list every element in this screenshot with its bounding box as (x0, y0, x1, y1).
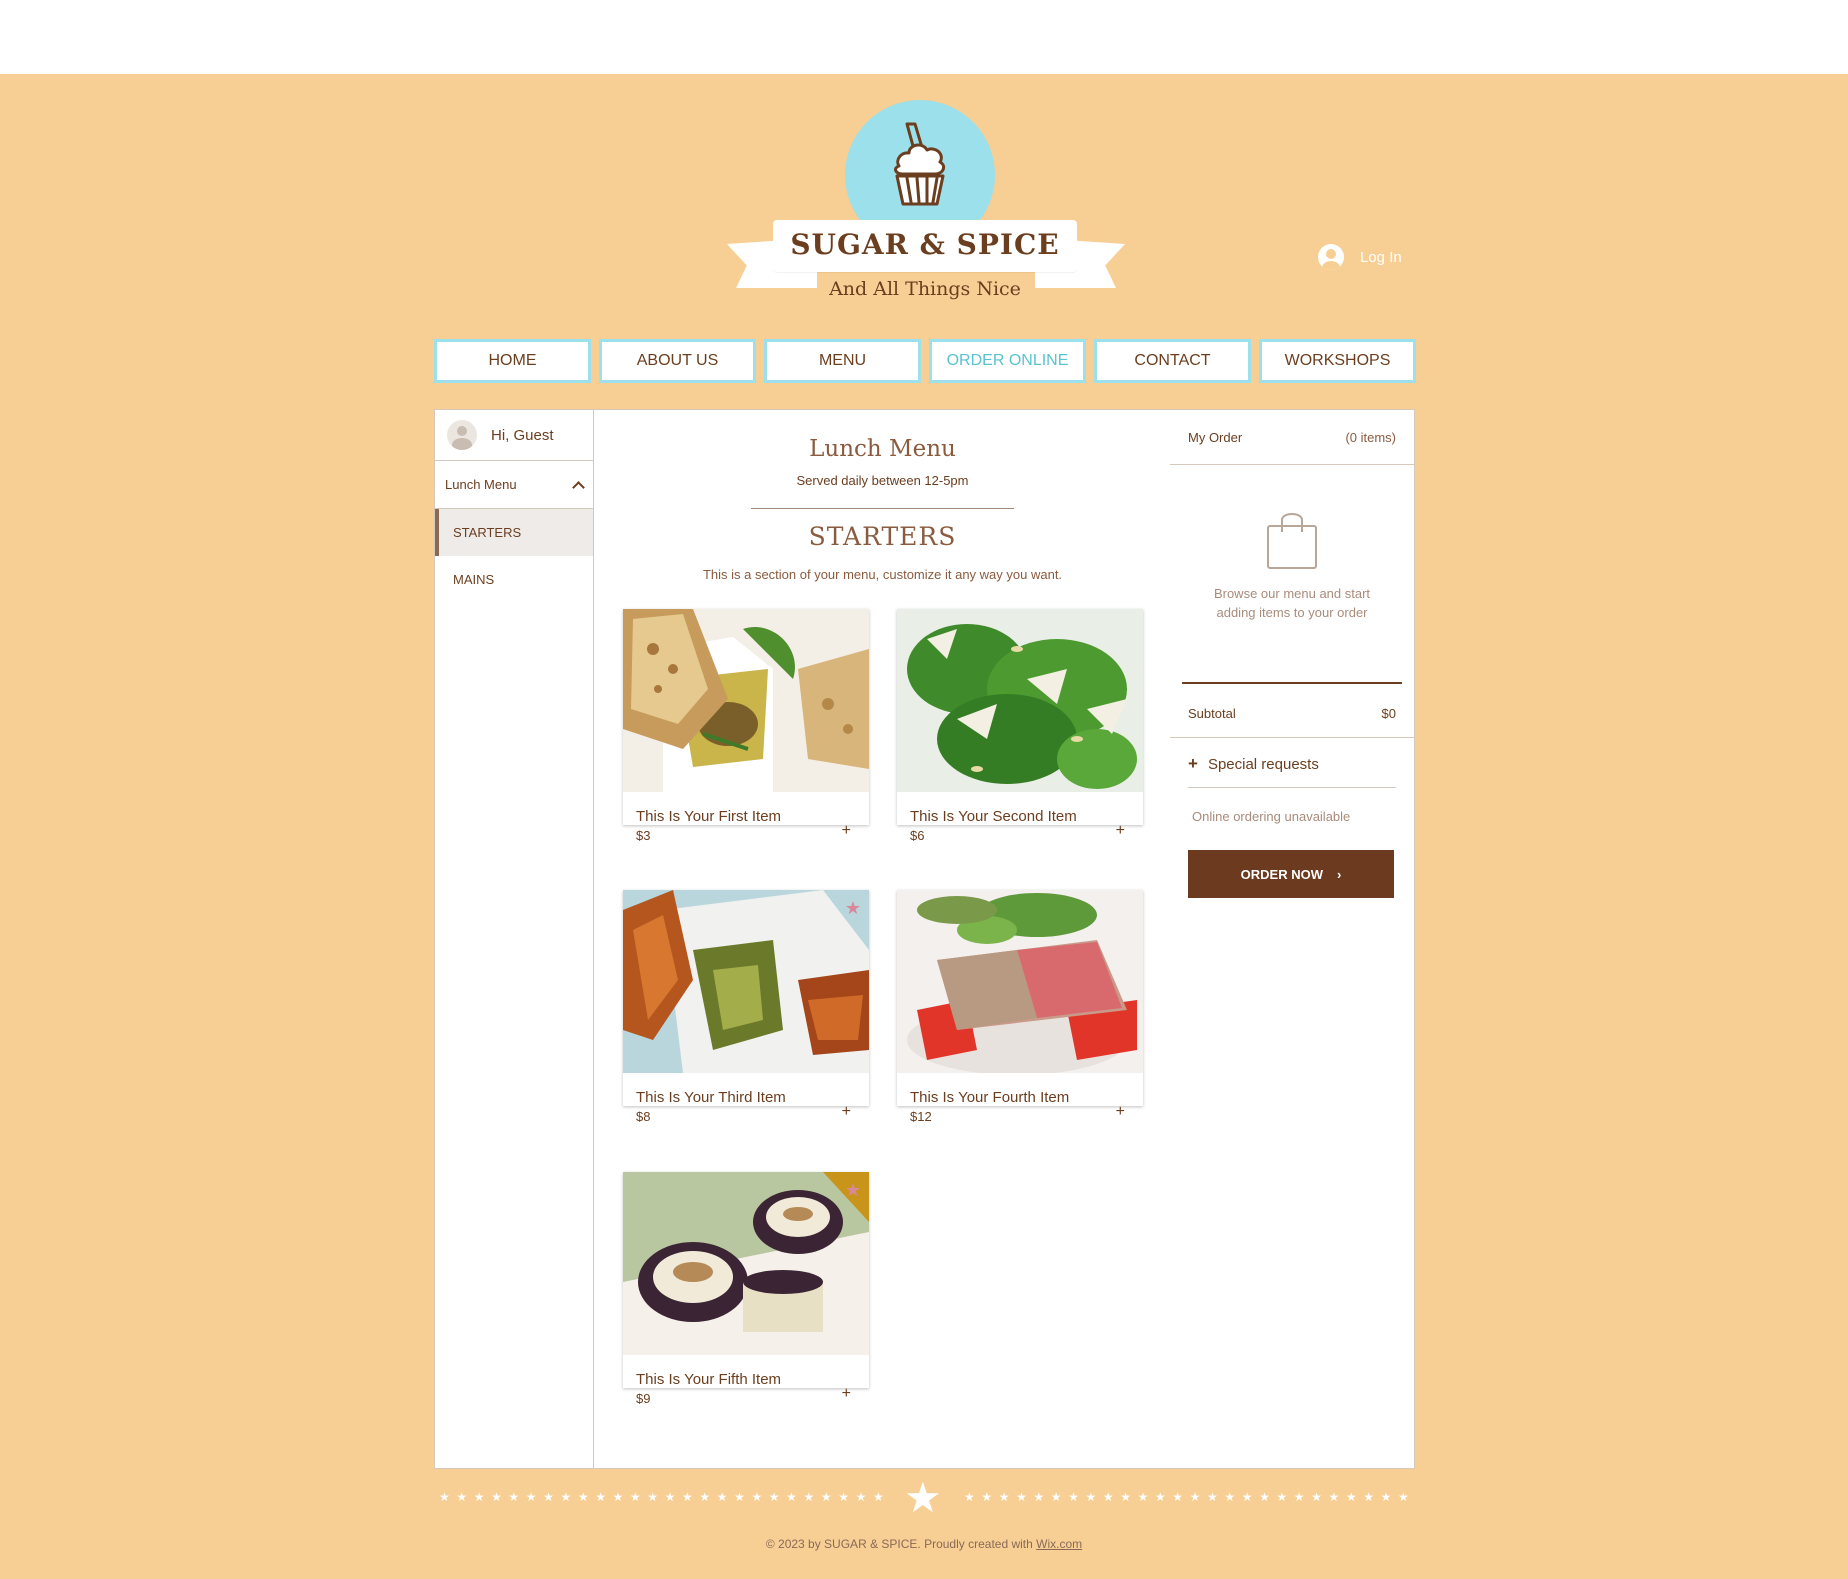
menu-content: Lunch Menu Served daily between 12-5pm S… (595, 410, 1170, 1468)
guest-greeting: Hi, Guest (491, 426, 554, 444)
user-avatar-icon (1318, 244, 1344, 270)
special-requests-label: Special requests (1207, 755, 1319, 773)
ordering-status: Online ordering unavailable (1192, 809, 1351, 824)
plus-icon: + (1188, 754, 1198, 773)
menu-item-price: $3 (636, 828, 651, 843)
nav-contact[interactable]: CONTACT (1094, 339, 1251, 383)
spinach-salad-photo (897, 609, 1143, 792)
featured-star-icon: ★ (844, 1180, 861, 1200)
special-requests-divider (1188, 787, 1396, 788)
add-item-button[interactable]: + (842, 1103, 851, 1121)
menu-description: Served daily between 12-5pm (796, 473, 969, 488)
cupcake-icon (894, 122, 946, 206)
special-requests-toggle[interactable]: + Special requests (1188, 754, 1319, 774)
chevron-right-icon: › (1337, 866, 1342, 882)
order-divider (1182, 682, 1402, 684)
subtotal-label: Subtotal (1188, 706, 1236, 721)
menu-item-card[interactable]: ★ This Is Your Fifth Item $9 + (623, 1172, 869, 1406)
menu-item-price: $8 (636, 1109, 651, 1124)
add-item-button[interactable]: + (842, 1385, 851, 1403)
menu-item-name: This Is Your Fifth Item (636, 1371, 782, 1388)
menu-item-name: This Is Your First Item (636, 808, 782, 825)
order-separator (1170, 737, 1414, 738)
login-label: Log In (1360, 248, 1402, 266)
order-panel: My Order (0 items) Browse our menu and s… (1170, 410, 1414, 1468)
order-item-count: (0 items) (1345, 429, 1396, 445)
menu-divider (751, 508, 1014, 509)
nav-about-us[interactable]: ABOUT US (599, 339, 756, 383)
featured-star-icon: ★ (844, 898, 861, 918)
menu-item-price: $9 (636, 1391, 651, 1406)
nav-workshops[interactable]: WORKSHOPS (1259, 339, 1416, 383)
main-nav: HOME ABOUT US MENU ORDER ONLINE CONTACT … (434, 339, 1416, 383)
nav-order-online[interactable]: ORDER ONLINE (929, 339, 1086, 383)
seared-tuna-photo (897, 890, 1143, 1073)
guest-avatar-icon (447, 420, 477, 450)
eggplant-rolls-photo (623, 1172, 869, 1355)
menu-selector[interactable]: Lunch Menu (435, 461, 593, 509)
menu-item-card[interactable]: This Is Your First Item $3 + (623, 609, 869, 843)
nav-menu[interactable]: MENU (764, 339, 921, 383)
order-now-label: ORDER NOW (1240, 866, 1323, 882)
brand-title: SUGAR & SPICE (790, 228, 1060, 261)
bread-oil-photo (623, 609, 869, 792)
guest-account[interactable]: Hi, Guest (435, 410, 593, 461)
star-row-right: ★★★★★★★★★★★★★★★★★★★★★★★★★★ (964, 1490, 1415, 1504)
section-link-mains[interactable]: MAINS (435, 556, 593, 603)
copyright-text: © 2023 by SUGAR & SPICE. Proudly created… (765, 1537, 1037, 1551)
section-title: STARTERS (808, 522, 957, 551)
menu-sidebar: Hi, Guest Lunch Menu STARTERS MAINS (435, 410, 594, 1468)
menu-item-name: This Is Your Second Item (910, 808, 1077, 825)
site-logo[interactable]: SUGAR & SPICE And All Things Nice (725, 98, 1125, 308)
nav-home[interactable]: HOME (434, 339, 591, 383)
menu-item-price: $6 (910, 828, 925, 843)
order-now-button[interactable]: ORDER NOW › (1188, 850, 1394, 898)
subtotal-row: Subtotal $0 (1188, 706, 1396, 721)
order-header: My Order (0 items) (1170, 410, 1414, 465)
add-item-button[interactable]: + (1116, 1103, 1125, 1121)
login-button[interactable]: Log In (1318, 244, 1402, 270)
shopping-bag-icon (1267, 513, 1317, 569)
order-title: My Order (1188, 429, 1243, 445)
chevron-up-icon (572, 480, 585, 494)
footer-copyright: © 2023 by SUGAR & SPICE. Proudly created… (0, 1537, 1848, 1551)
big-star-icon: ★ (904, 1474, 942, 1521)
grilled-vegetables-photo (623, 890, 869, 1073)
menu-selector-label: Lunch Menu (445, 477, 517, 492)
top-bar (0, 0, 1848, 74)
add-item-button[interactable]: + (842, 822, 851, 840)
section-link-starters[interactable]: STARTERS (435, 509, 593, 556)
star-row-left: ★★★★★★★★★★★★★★★★★★★★★★★★★★★ (439, 1490, 889, 1504)
order-empty-message: Browse our menu and start adding items t… (1213, 586, 1371, 620)
menu-item-price: $12 (910, 1109, 932, 1124)
subtotal-value: $0 (1381, 706, 1396, 721)
menu-item-name: This Is Your Fourth Item (910, 1089, 1070, 1106)
menu-title: Lunch Menu (809, 436, 956, 462)
menu-item-card[interactable]: ★ This Is Your Third Item $8 + (623, 890, 869, 1124)
star-divider: ★★★★★★★★★★★★★★★★★★★★★★★★★★★ ★ ★★★★★★★★★★… (434, 1474, 1415, 1521)
wix-link[interactable]: Wix.com (1036, 1537, 1082, 1551)
menu-item-card[interactable]: This Is Your Fourth Item $12 + (897, 890, 1143, 1124)
menu-item-card[interactable]: This Is Your Second Item $6 + (897, 609, 1143, 843)
section-description: This is a section of your menu, customiz… (702, 567, 1063, 582)
menu-item-name: This Is Your Third Item (636, 1089, 786, 1106)
add-item-button[interactable]: + (1116, 822, 1125, 840)
brand-subtitle: And All Things Nice (829, 278, 1021, 300)
ordering-panel: Hi, Guest Lunch Menu STARTERS MAINS Lunc… (434, 409, 1415, 1469)
